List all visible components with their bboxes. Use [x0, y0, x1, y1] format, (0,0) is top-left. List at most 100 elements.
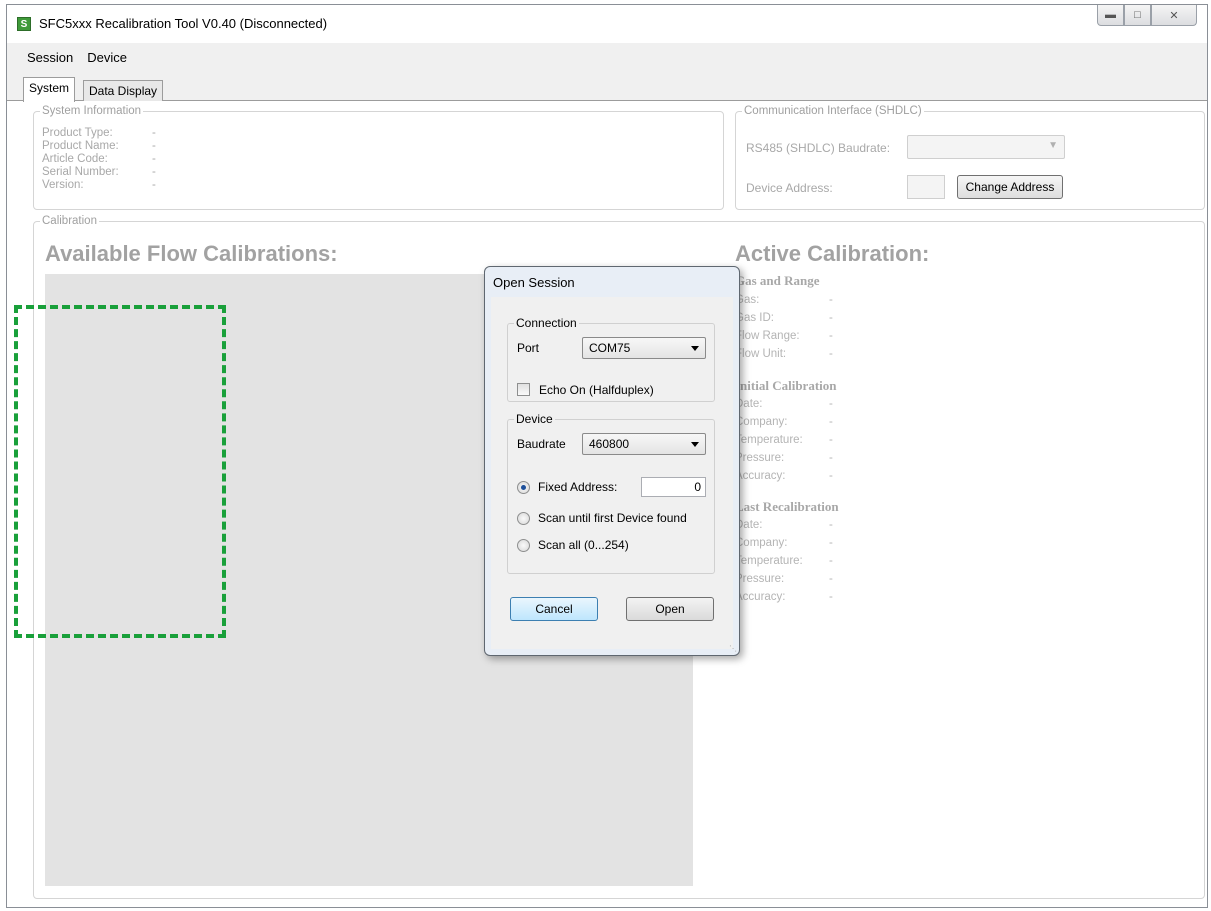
available-calibrations-heading: Available Flow Calibrations: — [45, 241, 338, 266]
tab-data-display[interactable]: Data Display — [83, 80, 164, 101]
active-label: Temperature: — [735, 555, 803, 567]
active-row: Gas ID: - — [735, 312, 833, 324]
fixed-address-label: Fixed Address: — [538, 480, 618, 494]
change-address-button[interactable]: Change Address — [957, 175, 1063, 199]
connection-group: Connection Port COM75 Echo On (Halfduple… — [507, 316, 715, 402]
comm-interface-group: Communication Interface (SHDLC) RS485 (S… — [735, 105, 1205, 210]
active-label: Accuracy: — [735, 470, 786, 482]
scan-all-radio[interactable] — [517, 539, 530, 552]
minimize-button[interactable]: ▬ — [1097, 5, 1124, 26]
info-label: Serial Number: — [42, 166, 119, 178]
info-value: - — [152, 166, 156, 178]
active-row: Accuracy: - — [735, 591, 833, 603]
active-value: - — [829, 537, 833, 549]
close-icon: ✕ — [1169, 9, 1179, 22]
window-controls: ▬ □ ✕ — [1097, 5, 1197, 27]
device-address-input[interactable] — [907, 175, 945, 199]
info-value: - — [152, 140, 156, 152]
device-address-label: Device Address: — [746, 181, 833, 195]
info-label: Version: — [42, 179, 84, 191]
chevron-down-icon: ▼ — [1048, 140, 1058, 151]
active-calibration-heading: Active Calibration: — [735, 241, 930, 266]
resize-grip-icon[interactable]: ⋱ — [729, 644, 737, 653]
active-label: Temperature: — [735, 434, 803, 446]
active-label: Flow Unit: — [735, 348, 787, 360]
info-label: Product Type: — [42, 127, 113, 139]
tab-system[interactable]: System — [23, 77, 76, 102]
active-row: Pressure: - — [735, 573, 833, 585]
active-value: - — [829, 470, 833, 482]
calibration-legend: Calibration — [42, 215, 97, 227]
active-label: Company: — [735, 537, 788, 549]
chevron-down-icon — [691, 442, 699, 447]
dialog-body: Connection Port COM75 Echo On (Halfduple… — [491, 297, 733, 649]
comm-interface-legend: Communication Interface (SHDLC) — [744, 105, 922, 117]
active-label: Company: — [735, 416, 788, 428]
echo-label: Echo On (Halfduplex) — [539, 383, 654, 397]
active-label: Accuracy: — [735, 591, 786, 603]
active-value: - — [829, 330, 833, 342]
active-row: Pressure: - — [735, 452, 833, 464]
system-info-legend: System Information — [42, 105, 142, 117]
info-label: Product Name: — [42, 140, 119, 152]
active-label: Flow Range: — [735, 330, 800, 342]
menu-device[interactable]: Device — [87, 50, 127, 65]
active-value: - — [829, 555, 833, 567]
active-value: - — [829, 398, 833, 410]
window-title: SFC5xxx Recalibration Tool V0.40 (Discon… — [39, 16, 328, 31]
active-label: Pressure: — [735, 573, 785, 585]
active-value: - — [829, 519, 833, 531]
section-gas-and-range: Gas and Range — [735, 273, 820, 288]
baudrate-label: Baudrate — [517, 437, 566, 451]
active-row: Flow Unit: - — [735, 348, 833, 360]
menu-session[interactable]: Session — [27, 50, 73, 65]
active-value: - — [829, 434, 833, 446]
active-value: - — [829, 416, 833, 428]
active-label: Gas ID: — [735, 312, 774, 324]
active-value: - — [829, 312, 833, 324]
chevron-down-icon — [691, 346, 699, 351]
device-group: Device Baudrate 460800 Fixed Address: 0 … — [507, 412, 715, 574]
minimize-icon: ▬ — [1105, 9, 1116, 21]
fixed-address-radio[interactable] — [517, 481, 530, 494]
info-value: - — [152, 153, 156, 165]
active-label: Pressure: — [735, 452, 785, 464]
open-session-dialog: Open Session Connection Port COM75 Echo … — [484, 266, 740, 656]
port-select[interactable]: COM75 — [582, 337, 706, 359]
close-button[interactable]: ✕ — [1151, 5, 1197, 26]
scan-all-label: Scan all (0...254) — [538, 538, 629, 552]
scan-first-radio[interactable] — [517, 512, 530, 525]
section-initial-calibration: Initial Calibration — [735, 378, 837, 393]
active-row: Flow Range: - — [735, 330, 833, 342]
echo-checkbox[interactable] — [517, 383, 530, 396]
menu-bar: Session Device — [7, 43, 1207, 71]
active-value: - — [829, 591, 833, 603]
active-row: Temperature: - — [735, 555, 833, 567]
active-value: - — [829, 573, 833, 585]
baudrate-value: 460800 — [589, 437, 630, 451]
maximize-icon: □ — [1134, 9, 1141, 21]
baudrate-select[interactable]: 460800 — [582, 433, 706, 455]
info-value: - — [152, 179, 156, 191]
dialog-title: Open Session — [493, 275, 575, 290]
cancel-button[interactable]: Cancel — [510, 597, 598, 621]
fixed-address-input[interactable]: 0 — [641, 477, 706, 497]
tab-strip: System Data Display — [7, 71, 1207, 102]
open-button[interactable]: Open — [626, 597, 714, 621]
section-last-recalibration: Last Recalibration — [735, 499, 839, 514]
active-row: Company: - — [735, 537, 833, 549]
maximize-button[interactable]: □ — [1124, 5, 1151, 26]
scan-first-label: Scan until first Device found — [538, 511, 687, 525]
device-legend: Device — [516, 412, 553, 426]
active-value: - — [829, 452, 833, 464]
info-label: Article Code: — [42, 153, 108, 165]
active-value: - — [829, 294, 833, 306]
active-value: - — [829, 348, 833, 360]
connection-legend: Connection — [516, 316, 577, 330]
title-bar[interactable]: S SFC5xxx Recalibration Tool V0.40 (Disc… — [7, 5, 1207, 41]
system-info-group: System Information Product Type: - Produ… — [33, 105, 724, 210]
info-value: - — [152, 127, 156, 139]
shdlc-baudrate-select[interactable]: ▼ — [907, 135, 1065, 159]
app-icon: S — [17, 17, 31, 31]
port-label: Port — [517, 341, 540, 355]
